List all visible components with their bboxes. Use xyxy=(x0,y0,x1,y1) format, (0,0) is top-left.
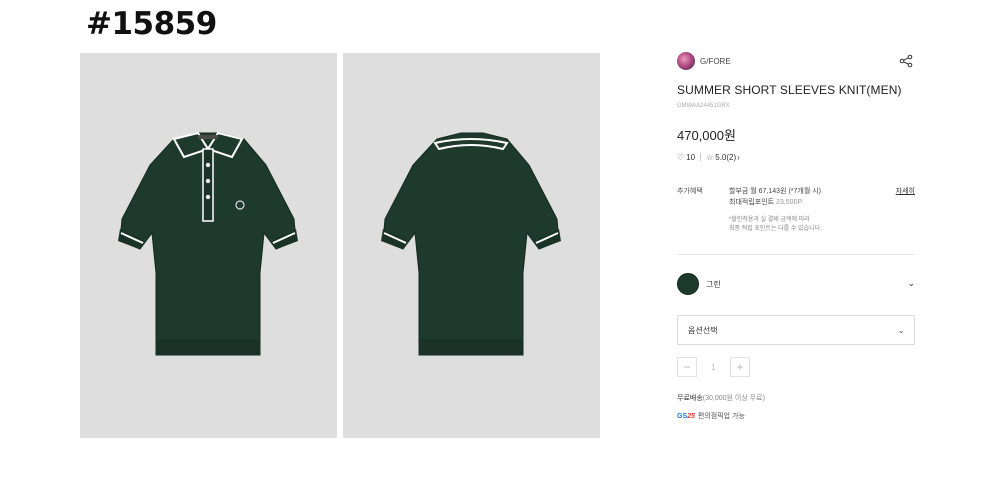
gs25-pickup-text: 편의점픽업 가능 xyxy=(697,413,745,420)
page-id-label: #15859 xyxy=(86,6,217,42)
points-row: 최대적립포인트 23,500P xyxy=(729,197,821,208)
benefit-label: 추가혜택 xyxy=(677,188,703,195)
stats-divider xyxy=(700,153,702,161)
color-option-row[interactable]: 그린 ⌄ xyxy=(677,272,915,296)
product-stats: ♡ 10 ☆ 5.0 (2) › xyxy=(677,152,915,162)
front-shirt-illustration xyxy=(118,131,298,356)
heart-icon[interactable]: ♡ xyxy=(677,153,684,162)
color-name: 그린 xyxy=(706,279,721,289)
product-image-front[interactable] xyxy=(80,53,337,438)
color-swatch-green[interactable] xyxy=(677,273,699,295)
shipping-condition: (30,000원 이상 무료) xyxy=(702,395,765,402)
chevron-right-icon[interactable]: › xyxy=(737,153,740,162)
brand-name[interactable]: G/FORE xyxy=(700,57,731,66)
product-info-panel: G/FORE SUMMER SHORT SLEEVES KNIT(MEN) GM… xyxy=(677,52,915,421)
note-line-2: 최종 적립 포인트는 다를 수 있습니다. xyxy=(729,226,822,232)
section-divider xyxy=(677,254,915,255)
points-value: 23,500P xyxy=(776,199,803,206)
review-count[interactable]: (2) xyxy=(726,153,736,162)
chevron-down-icon: ⌄ xyxy=(897,325,905,335)
gs25-pickup-row: GS25 편의점픽업 가능 xyxy=(677,411,915,421)
benefit-note: *할인적용과 실 결제 금액에 따라 최종 적립 포인트는 다를 수 있습니다. xyxy=(729,216,822,234)
back-shirt-illustration xyxy=(381,132,561,356)
quantity-minus-button[interactable]: − xyxy=(677,357,697,377)
share-icon[interactable] xyxy=(899,54,913,68)
benefit-lines: 할부금 월 67,143원 (*7개월 시) 최대적립포인트 23,500P xyxy=(729,186,821,208)
chevron-down-icon[interactable]: ⌄ xyxy=(907,278,915,289)
shipping-label: 무료배송 xyxy=(677,395,703,402)
product-price: 470,000원 xyxy=(677,128,736,143)
benefit-block: 추가혜택 할부금 월 67,143원 (*7개월 시) 최대적립포인트 23,5… xyxy=(677,186,915,236)
shipping-info: 무료배송(30,000원 이상 무료) xyxy=(677,393,915,403)
installment-text: 할부금 월 67,143원 (*7개월 시) xyxy=(729,188,821,195)
points-label: 최대적립포인트 xyxy=(729,199,775,206)
note-line-1: *할인적용과 실 결제 금액에 따라 xyxy=(729,217,810,223)
quantity-plus-button[interactable]: + xyxy=(730,357,750,377)
brand-row[interactable]: G/FORE xyxy=(677,52,915,70)
product-image-back[interactable] xyxy=(343,53,600,438)
product-title: SUMMER SHORT SLEEVES KNIT(MEN) xyxy=(677,83,902,97)
quantity-stepper: − 1 + xyxy=(677,357,915,377)
star-icon: ☆ xyxy=(706,152,714,162)
benefit-detail-link[interactable]: 자세히 xyxy=(896,186,915,196)
like-count: 10 xyxy=(686,152,696,162)
gs25-logo: GS25 xyxy=(677,412,695,420)
option-select-placeholder: 옵션선택 xyxy=(688,325,718,335)
quantity-value[interactable]: 1 xyxy=(697,363,730,372)
brand-avatar[interactable] xyxy=(677,52,695,70)
product-code: GMWAA24451GRX xyxy=(677,103,730,109)
rating-value[interactable]: 5.0 xyxy=(715,153,726,162)
option-select-dropdown[interactable]: 옵션선택 ⌄ xyxy=(677,315,915,345)
